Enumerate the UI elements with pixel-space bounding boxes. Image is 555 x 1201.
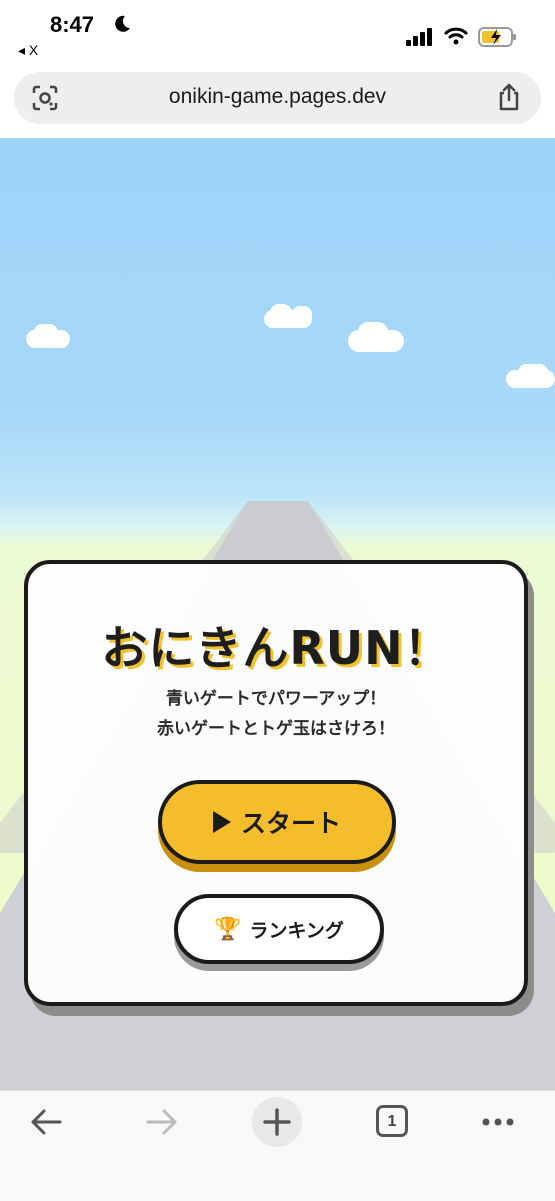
game-canvas[interactable]: おにきんRUN！ 青いゲートでパワーアップ！ 赤いゲートとトゲ玉はさけろ！ スタ… [0,138,555,1090]
wifi-icon [444,27,468,45]
new-tab-button[interactable] [252,1097,302,1147]
share-icon[interactable] [497,83,521,111]
moon-icon [115,15,130,32]
url-text[interactable]: onikin-game.pages.dev [14,85,541,109]
battery-charging-icon [478,27,516,47]
back-arrow-icon[interactable] [28,1107,64,1137]
address-bar[interactable]: onikin-game.pages.dev [14,72,541,124]
start-button-label: スタート [240,809,341,838]
cellular-signal-icon [406,28,432,46]
start-button[interactable]: スタート [158,780,396,864]
play-icon [212,811,231,833]
game-title: おにきんRUN！ [101,621,451,675]
status-time: 8:47 [50,12,95,37]
forward-arrow-icon[interactable] [144,1107,180,1137]
back-to-app-link[interactable]: ◂ X [18,42,38,59]
ranking-button[interactable]: 🏆 ランキング [174,894,384,964]
description-line-1: 青いゲートでパワーアップ！ [165,689,387,709]
plus-icon [263,1108,291,1136]
trophy-icon: 🏆 [214,916,242,942]
status-bar: 8:47 ◂ X [0,0,555,64]
browser-toolbar: 1 [0,1090,555,1201]
more-menu-icon[interactable] [480,1107,516,1137]
ranking-button-label: ランキング [249,919,344,942]
description-line-2: 赤いゲートとトゲ玉はさけろ！ [157,719,395,739]
tabs-count-button[interactable]: 1 [376,1105,408,1137]
start-menu-card: おにきんRUN！ 青いゲートでパワーアップ！ 赤いゲートとトゲ玉はさけろ！ スタ… [24,560,528,1006]
